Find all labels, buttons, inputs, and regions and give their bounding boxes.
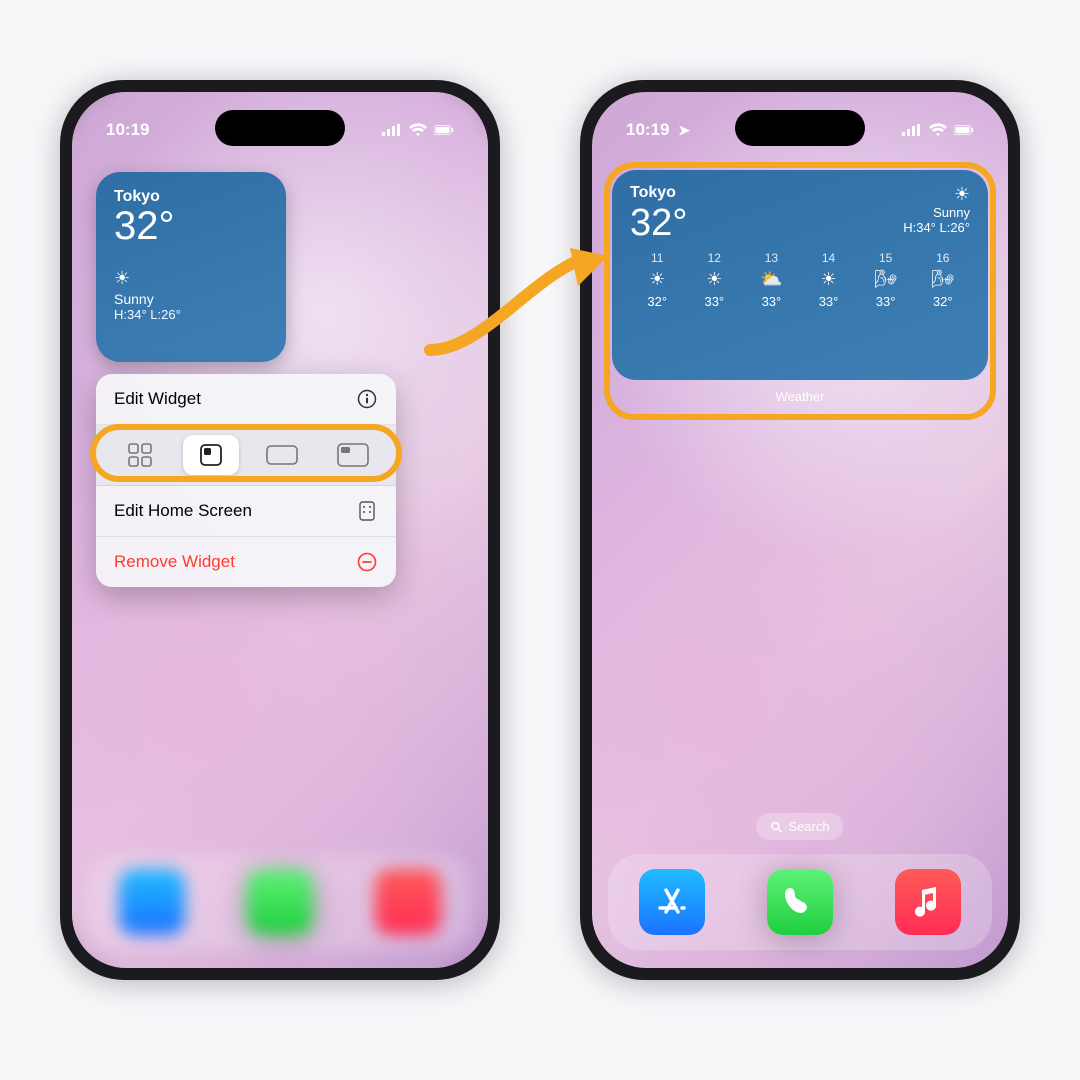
weather-condition: Sunny bbox=[114, 291, 268, 307]
weather-widget-small[interactable]: Tokyo 32° ☀ Sunny H:34° L:26° bbox=[96, 172, 286, 362]
menu-edit-widget-label: Edit Widget bbox=[114, 389, 201, 409]
search-label: Search bbox=[788, 819, 829, 834]
dock-blurred bbox=[88, 854, 472, 950]
battery-icon bbox=[954, 123, 974, 137]
weather-city: Tokyo bbox=[630, 184, 687, 202]
apps-icon bbox=[356, 500, 378, 522]
forecast-hour: 12☀33° bbox=[687, 251, 741, 309]
weather-temp: 32° bbox=[114, 206, 268, 246]
app-music-blur bbox=[375, 869, 441, 935]
forecast-hour: 11☀32° bbox=[630, 251, 684, 309]
status-time: 10:19 bbox=[106, 120, 149, 140]
size-option-small[interactable] bbox=[183, 435, 239, 475]
status-time: 10:19 bbox=[626, 120, 669, 139]
app-phone-blur bbox=[247, 869, 313, 935]
home-search-pill[interactable]: Search bbox=[756, 813, 843, 840]
status-icons bbox=[902, 123, 974, 137]
cellular-icon bbox=[382, 123, 402, 137]
weather-condition: Sunny bbox=[903, 205, 970, 220]
weather-widget-medium[interactable]: Tokyo 32° ☀ Sunny H:34° L:26° 11☀32° 12☀… bbox=[612, 170, 988, 380]
weather-highlow: H:34° L:26° bbox=[903, 220, 970, 235]
forecast-hour: 14☀33° bbox=[801, 251, 855, 309]
weather-highlow: H:34° L:26° bbox=[114, 307, 268, 322]
info-icon bbox=[356, 388, 378, 410]
location-icon: ➤ bbox=[678, 122, 690, 138]
search-icon bbox=[770, 821, 782, 833]
status-time-wrap: 10:19 ➤ bbox=[626, 120, 690, 140]
forecast-hour: 13⛅33° bbox=[744, 251, 798, 309]
phone-right: 10:19 ➤ Tokyo 32° ☀ Sunny H:34° L:26° bbox=[580, 80, 1020, 980]
sun-icon: ☀ bbox=[114, 268, 268, 289]
forecast-hour: 16🌬32° bbox=[916, 251, 970, 309]
cellular-icon bbox=[902, 123, 922, 137]
menu-remove-label: Remove Widget bbox=[114, 552, 235, 572]
weather-temp: 32° bbox=[630, 202, 687, 245]
menu-edit-home[interactable]: Edit Home Screen bbox=[96, 486, 396, 537]
app-appstore-blur bbox=[119, 869, 185, 935]
menu-edit-home-label: Edit Home Screen bbox=[114, 501, 252, 521]
forecast-row: 11☀32° 12☀33° 13⛅33° 14☀33° 15🌬33° 16🌬32… bbox=[630, 251, 970, 309]
dock bbox=[608, 854, 992, 950]
wifi-icon bbox=[408, 123, 428, 137]
app-music[interactable] bbox=[895, 869, 961, 935]
size-option-medium[interactable] bbox=[254, 435, 310, 475]
forecast-hour: 15🌬33° bbox=[858, 251, 912, 309]
battery-icon bbox=[434, 123, 454, 137]
status-icons bbox=[382, 123, 454, 137]
screen-right: 10:19 ➤ Tokyo 32° ☀ Sunny H:34° L:26° bbox=[592, 92, 1008, 968]
dynamic-island bbox=[735, 110, 865, 146]
remove-icon bbox=[356, 551, 378, 573]
menu-edit-widget[interactable]: Edit Widget bbox=[96, 374, 396, 425]
screen-left: 10:19 Tokyo 32° ☀ Sunny H:34° L:26° Edit… bbox=[72, 92, 488, 968]
dynamic-island bbox=[215, 110, 345, 146]
menu-remove-widget[interactable]: Remove Widget bbox=[96, 537, 396, 587]
size-option-grid[interactable] bbox=[112, 435, 168, 475]
sun-icon: ☀ bbox=[903, 184, 970, 205]
widget-context-menu: Edit Widget Edit Ho bbox=[96, 374, 396, 587]
menu-size-row bbox=[96, 425, 396, 486]
wifi-icon bbox=[928, 123, 948, 137]
app-phone[interactable] bbox=[767, 869, 833, 935]
size-option-large[interactable] bbox=[325, 435, 381, 475]
phone-left: 10:19 Tokyo 32° ☀ Sunny H:34° L:26° Edit… bbox=[60, 80, 500, 980]
widget-label: Weather bbox=[612, 389, 988, 404]
app-appstore[interactable] bbox=[639, 869, 705, 935]
